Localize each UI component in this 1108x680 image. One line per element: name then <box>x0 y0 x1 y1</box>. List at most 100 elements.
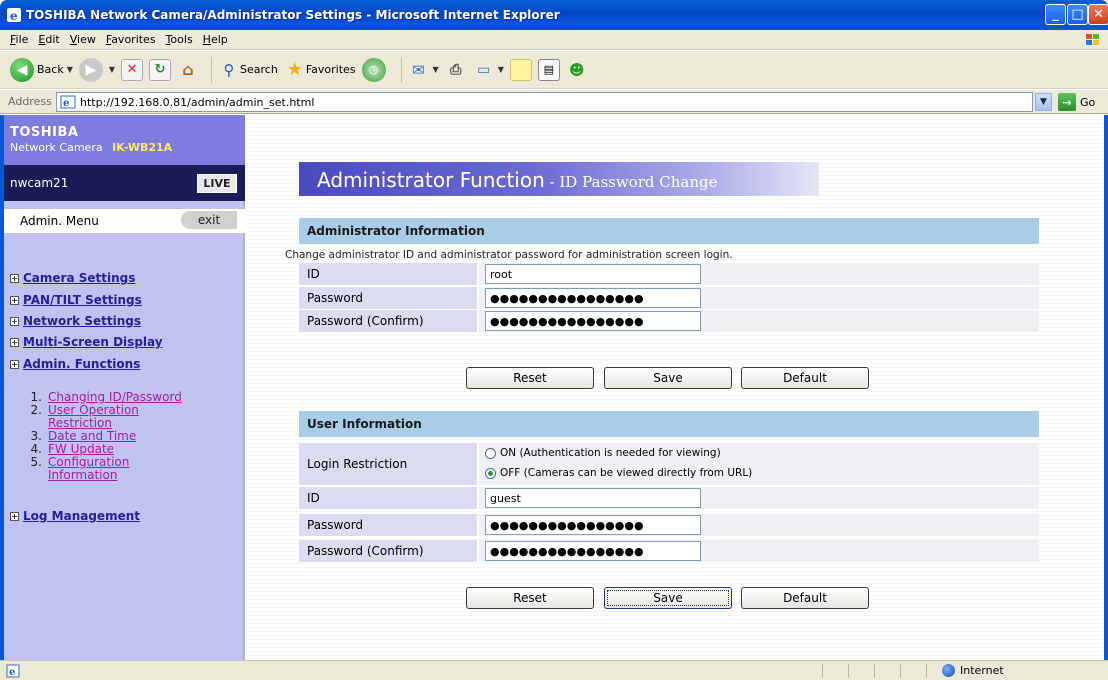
history-button[interactable]: ◷ <box>361 55 389 85</box>
submenu-label: FW Update <box>48 442 115 456</box>
admin-save-button[interactable]: Save <box>604 367 732 389</box>
menu-bar: File Edit View Favorites Tools Help <box>0 30 1108 50</box>
menu-tools[interactable]: Tools <box>166 33 193 46</box>
admin-password-input[interactable] <box>485 288 701 308</box>
home-button[interactable]: ⌂ <box>177 55 199 85</box>
go-button[interactable]: → Go <box>1058 93 1095 111</box>
address-input[interactable]: e http://192.168.0.81/admin/admin_set.ht… <box>56 92 1033 112</box>
svg-text:e: e <box>9 667 15 678</box>
close-button[interactable]: ✕ <box>1088 4 1108 25</box>
edit-button[interactable]: ▭ ▼ <box>473 55 504 85</box>
messenger-icon: ☻ <box>569 60 585 79</box>
forward-button[interactable]: ▶ ▼ <box>78 55 115 85</box>
discuss-button[interactable] <box>509 55 532 85</box>
submenu-item-fw-update[interactable]: 4. FW Update <box>24 443 182 455</box>
toolbar-separator <box>400 56 402 83</box>
nav-label: Multi-Screen Display <box>23 335 163 349</box>
print-button[interactable]: ⎙ <box>445 55 467 85</box>
address-dropdown-button[interactable]: ▼ <box>1035 93 1052 111</box>
submenu-label: User Operation <box>48 403 139 417</box>
nav-log-management[interactable]: + Log Management <box>10 509 140 523</box>
admin-default-button[interactable]: Default <box>741 367 869 389</box>
user-password-confirm-input[interactable] <box>485 541 701 561</box>
user-default-button[interactable]: Default <box>741 587 869 609</box>
nav-network-settings[interactable]: + Network Settings <box>10 314 141 328</box>
security-zone: Internet <box>942 664 1004 677</box>
admin-menu-bar: Admin. Menu exit <box>4 209 245 233</box>
back-button[interactable]: ◀ Back ▼ <box>10 55 73 85</box>
admin-menu-label: Admin. Menu <box>20 214 99 228</box>
submenu-item-date-and-time[interactable]: 3. Date and Time <box>24 430 182 442</box>
nav-label: Network Settings <box>23 314 141 328</box>
expand-plus-icon: + <box>10 317 19 326</box>
admin-reset-button[interactable]: Reset <box>466 367 594 389</box>
refresh-button[interactable]: ↻ <box>149 55 172 85</box>
svg-text:e: e <box>63 98 69 109</box>
menu-help[interactable]: Help <box>203 33 228 46</box>
search-button[interactable]: ⚲ Search <box>218 55 278 85</box>
exit-button[interactable]: exit <box>181 211 237 229</box>
page-title: Administrator Function - ID Password Cha… <box>299 162 819 196</box>
window-titlebar[interactable]: e TOSHIBA Network Camera/Administrator S… <box>0 0 1108 30</box>
submenu-item-user-operation-restriction[interactable]: 2. User Operation <box>24 404 182 416</box>
user-id-input[interactable] <box>485 488 701 508</box>
admin-submenu: 1. Changing ID/Password 2. User Operation … <box>24 391 182 482</box>
live-button[interactable]: LIVE <box>197 174 237 193</box>
page-title-sub: - ID Password Change <box>544 173 718 191</box>
expand-plus-icon: + <box>10 296 19 305</box>
submenu-item-user-operation-restriction-cont[interactable]: Restriction <box>24 417 182 429</box>
history-icon: ◷ <box>361 57 386 82</box>
submenu-number <box>24 417 42 429</box>
back-arrow-icon: ◀ <box>10 57 34 82</box>
menu-view[interactable]: View <box>70 33 96 46</box>
dropdown-arrow-icon: ▼ <box>66 65 73 74</box>
user-reset-button[interactable]: Reset <box>466 587 594 609</box>
menu-edit[interactable]: Edit <box>38 33 59 46</box>
camera-name: nwcam21 <box>10 176 69 190</box>
messenger-button[interactable]: ☻ <box>566 55 588 85</box>
menu-file[interactable]: File <box>10 33 28 46</box>
admin-password-label: Password <box>299 287 477 309</box>
mail-button[interactable]: ✉ ▼ <box>408 55 439 85</box>
toolbar: ◀ Back ▼ ▶ ▼ ✕ ↻ ⌂ ⚲ Search ★ Favorites … <box>0 51 1108 89</box>
submenu-label: Changing ID/Password <box>48 390 182 404</box>
submenu-item-changing-id-password[interactable]: 1. Changing ID/Password <box>24 391 182 403</box>
user-password-input[interactable] <box>485 515 701 535</box>
radio-off-label: OFF (Cameras can be viewed directly from… <box>500 467 753 479</box>
radio-unchecked-icon <box>485 447 496 459</box>
admin-id-input[interactable] <box>485 264 701 284</box>
menu-favorites[interactable]: Favorites <box>106 33 156 46</box>
address-url: http://192.168.0.81/admin/admin_set.html <box>80 95 315 109</box>
browser-content: TOSHIBA Network Camera IK-WB21A nwcam21 … <box>0 115 1108 660</box>
admin-password-confirm-input[interactable] <box>485 311 701 331</box>
maximize-button[interactable]: □ <box>1067 4 1088 25</box>
login-restriction-off-radio[interactable]: OFF (Cameras can be viewed directly from… <box>485 467 752 479</box>
nav-admin-functions[interactable]: + Admin. Functions <box>10 357 140 371</box>
nav-multi-screen-display[interactable]: + Multi-Screen Display <box>10 335 163 349</box>
refresh-icon: ↻ <box>149 58 172 81</box>
submenu-label: Date and Time <box>48 429 137 443</box>
nav-camera-settings[interactable]: + Camera Settings <box>10 271 135 285</box>
submenu-label: Configuration <box>48 455 130 469</box>
submenu-label: Restriction <box>48 416 112 430</box>
login-restriction-on-radio[interactable]: ON (Authentication is needed for viewing… <box>485 447 721 459</box>
dropdown-arrow-icon: ▼ <box>432 65 439 74</box>
submenu-item-configuration-information[interactable]: 5. Configuration <box>24 456 182 468</box>
user-password-row: Password <box>299 514 1039 536</box>
radio-checked-icon <box>485 467 496 479</box>
submenu-item-configuration-information-cont[interactable]: Information <box>24 469 182 481</box>
favorites-button[interactable]: ★ Favorites <box>284 55 356 85</box>
stop-button[interactable]: ✕ <box>121 55 144 85</box>
submenu-number: 5. <box>30 455 42 469</box>
login-restriction-cell: ON (Authentication is needed for viewing… <box>479 443 1039 485</box>
sidebar: TOSHIBA Network Camera IK-WB21A nwcam21 … <box>4 115 245 660</box>
nav-pantilt-settings[interactable]: + PAN/TILT Settings <box>10 293 142 307</box>
login-restriction-row: Login Restriction ON (Authentication is … <box>299 443 1039 485</box>
admin-id-label: ID <box>299 263 477 285</box>
minimize-button[interactable]: _ <box>1045 4 1066 25</box>
close-icon: ✕ <box>1093 7 1104 22</box>
research-button[interactable]: ▤ <box>537 55 560 85</box>
note-icon <box>509 58 532 81</box>
user-save-button[interactable]: Save <box>604 587 732 609</box>
address-bar: Address e http://192.168.0.81/admin/admi… <box>0 90 1108 114</box>
